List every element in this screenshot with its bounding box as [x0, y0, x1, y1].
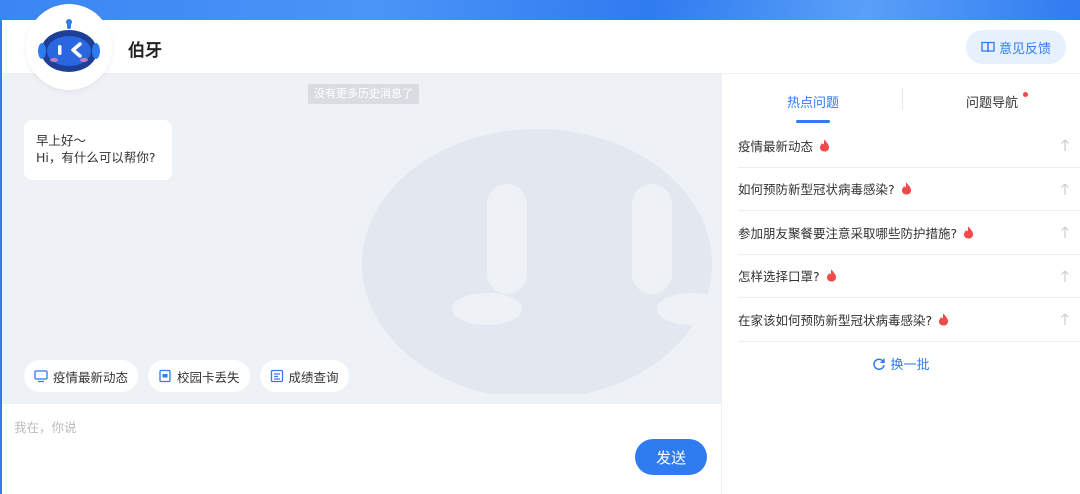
send-button[interactable]: 发送: [635, 439, 707, 475]
question-text: 如何预防新型冠状病毒感染?: [738, 182, 895, 198]
notification-dot: [1023, 92, 1028, 97]
card-icon: [159, 369, 171, 383]
quick-action-label: 疫情最新动态: [53, 369, 129, 385]
question-text: 参加朋友聚餐要注意采取哪些防护措施?: [738, 225, 958, 241]
quick-action-campus-card[interactable]: 校园卡丢失: [148, 360, 250, 392]
hot-question-list: 疫情最新动态 如何预防新型冠状病毒感染? 参加朋友聚餐要注意采取哪些防护措施?: [738, 124, 1080, 342]
quick-action-label: 校园卡丢失: [177, 369, 240, 385]
chat-area: 没有更多历史消息了 早上好～ Hi，有什么可以帮你? 疫情最新动态 校园卡丢失: [2, 74, 721, 404]
question-text: 疫情最新动态: [738, 138, 814, 154]
message-input[interactable]: [14, 416, 614, 438]
quick-action-grades[interactable]: 成绩查询: [259, 360, 349, 392]
quick-action-epidemic[interactable]: 疫情最新动态: [24, 360, 139, 392]
list-item[interactable]: 怎样选择口罩?: [738, 255, 1080, 298]
tab-separator: [902, 88, 903, 110]
report-icon: [270, 369, 283, 383]
question-text: 在家该如何预防新型冠状病毒感染?: [738, 312, 933, 328]
robot-logo-icon: [38, 19, 100, 72]
list-item[interactable]: 在家该如何预防新型冠状病毒感染?: [738, 298, 1080, 342]
refresh-label: 换一批: [890, 358, 930, 373]
robot-watermark-icon: [362, 129, 721, 394]
bot-avatar: [26, 4, 112, 90]
share-arrow-icon[interactable]: [1060, 225, 1070, 239]
greeting-line-1: 早上好～: [36, 133, 87, 148]
quick-action-label: 成绩查询: [288, 369, 339, 385]
refresh-batch-button[interactable]: 换一批: [722, 354, 1080, 373]
share-arrow-icon[interactable]: [1060, 269, 1070, 283]
header: 伯牙 意见反馈: [2, 4, 1080, 90]
list-item[interactable]: 参加朋友聚餐要注意采取哪些防护措施?: [738, 211, 1080, 255]
fire-icon: [820, 139, 830, 152]
share-arrow-icon[interactable]: [1060, 312, 1070, 326]
feedback-button[interactable]: 意见反馈: [966, 30, 1066, 64]
tab-hot-questions[interactable]: 热点问题: [787, 92, 839, 111]
share-arrow-icon[interactable]: [1060, 182, 1070, 196]
share-arrow-icon[interactable]: [1060, 138, 1070, 152]
feedback-label: 意见反馈: [998, 41, 1051, 57]
app-window: 伯牙 意见反馈 没有更多历史消息了 早上好～ Hi，有什么可以帮你? 疫情最新动…: [2, 4, 1080, 494]
refresh-icon: [873, 358, 886, 370]
monitor-icon: [34, 370, 48, 383]
book-icon: [981, 41, 995, 53]
question-text: 怎样选择口罩?: [738, 269, 820, 285]
fire-icon: [901, 182, 911, 195]
list-item[interactable]: 如何预防新型冠状病毒感染?: [738, 168, 1080, 211]
input-area: 发送: [2, 404, 721, 494]
side-panel: 热点问题 问题导航 疫情最新动态 如何预防新型冠状病毒感染? 参加朋友聚餐要注意…: [722, 74, 1080, 494]
fire-icon: [964, 226, 974, 239]
side-tabs: 热点问题 问题导航: [722, 74, 1080, 124]
bot-message-bubble: 早上好～ Hi，有什么可以帮你?: [24, 120, 172, 180]
fire-icon: [826, 269, 836, 282]
quick-actions: 疫情最新动态 校园卡丢失 成绩查询: [24, 360, 349, 392]
fire-icon: [939, 313, 949, 326]
history-note: 没有更多历史消息了: [308, 84, 419, 104]
list-item[interactable]: 疫情最新动态: [738, 124, 1080, 168]
active-tab-indicator: [796, 120, 830, 123]
greeting-line-2: Hi，有什么可以帮你?: [36, 150, 156, 165]
bot-name: 伯牙: [128, 41, 162, 61]
tab-question-navigation[interactable]: 问题导航: [966, 92, 1018, 111]
top-banner: [0, 0, 1080, 22]
